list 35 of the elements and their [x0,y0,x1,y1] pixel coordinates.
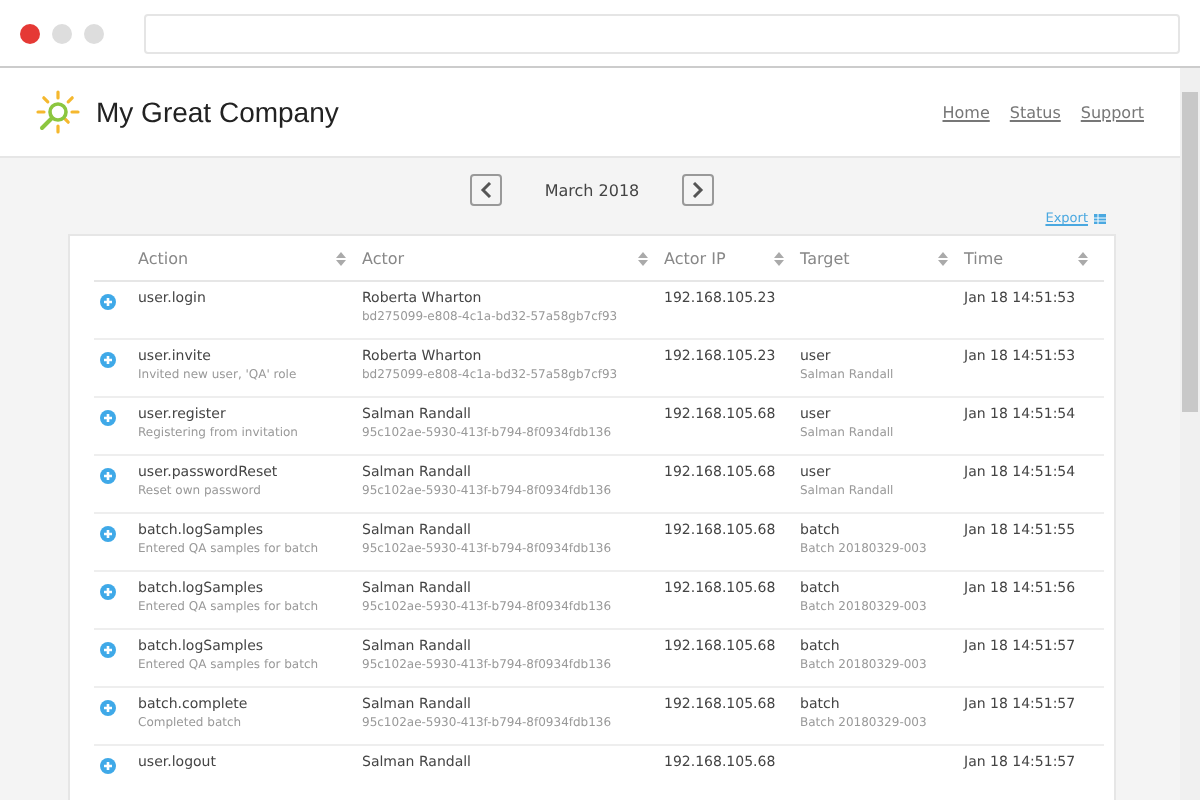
expand-plus-icon[interactable] [100,410,116,426]
month-label: March 2018 [542,181,642,199]
expand-plus-icon[interactable] [100,468,116,484]
expand-plus-icon[interactable] [100,294,116,310]
scrollbar-thumb[interactable] [1182,92,1198,412]
close-window-icon[interactable] [20,23,40,43]
scrollbar[interactable] [1180,68,1200,800]
expand-plus-icon[interactable] [100,584,116,600]
minimize-window-icon[interactable] [52,23,72,43]
next-month-button[interactable] [682,174,714,206]
chevron-left-icon [480,182,492,198]
nav-link[interactable]: Support [1080,103,1144,121]
sort-icon[interactable] [1078,251,1088,265]
expand-plus-icon[interactable] [100,526,116,542]
column-header[interactable]: Time [964,249,1004,267]
sort-icon[interactable] [774,251,784,265]
sun-magnifier-logo-icon [36,90,80,134]
column-header[interactable]: Actor [362,249,405,267]
company-name: My Great Company [96,96,339,128]
chevron-right-icon [692,182,704,198]
sort-icon[interactable] [638,251,648,265]
column-header[interactable]: Action [138,249,189,267]
expand-plus-icon[interactable] [100,758,116,774]
spreadsheet-icon [1094,213,1106,223]
expand-plus-icon[interactable] [100,352,116,368]
nav-link[interactable]: Home [942,103,990,121]
previous-month-button[interactable] [470,174,502,206]
expand-plus-icon[interactable] [100,700,116,716]
column-header[interactable]: Target [800,249,850,267]
sort-icon[interactable] [938,251,948,265]
maximize-window-icon[interactable] [84,23,104,43]
expand-plus-icon[interactable] [100,642,116,658]
column-header[interactable]: Actor IP [664,249,726,267]
nav-link[interactable]: Status [1009,103,1061,121]
sort-icon[interactable] [336,251,346,265]
